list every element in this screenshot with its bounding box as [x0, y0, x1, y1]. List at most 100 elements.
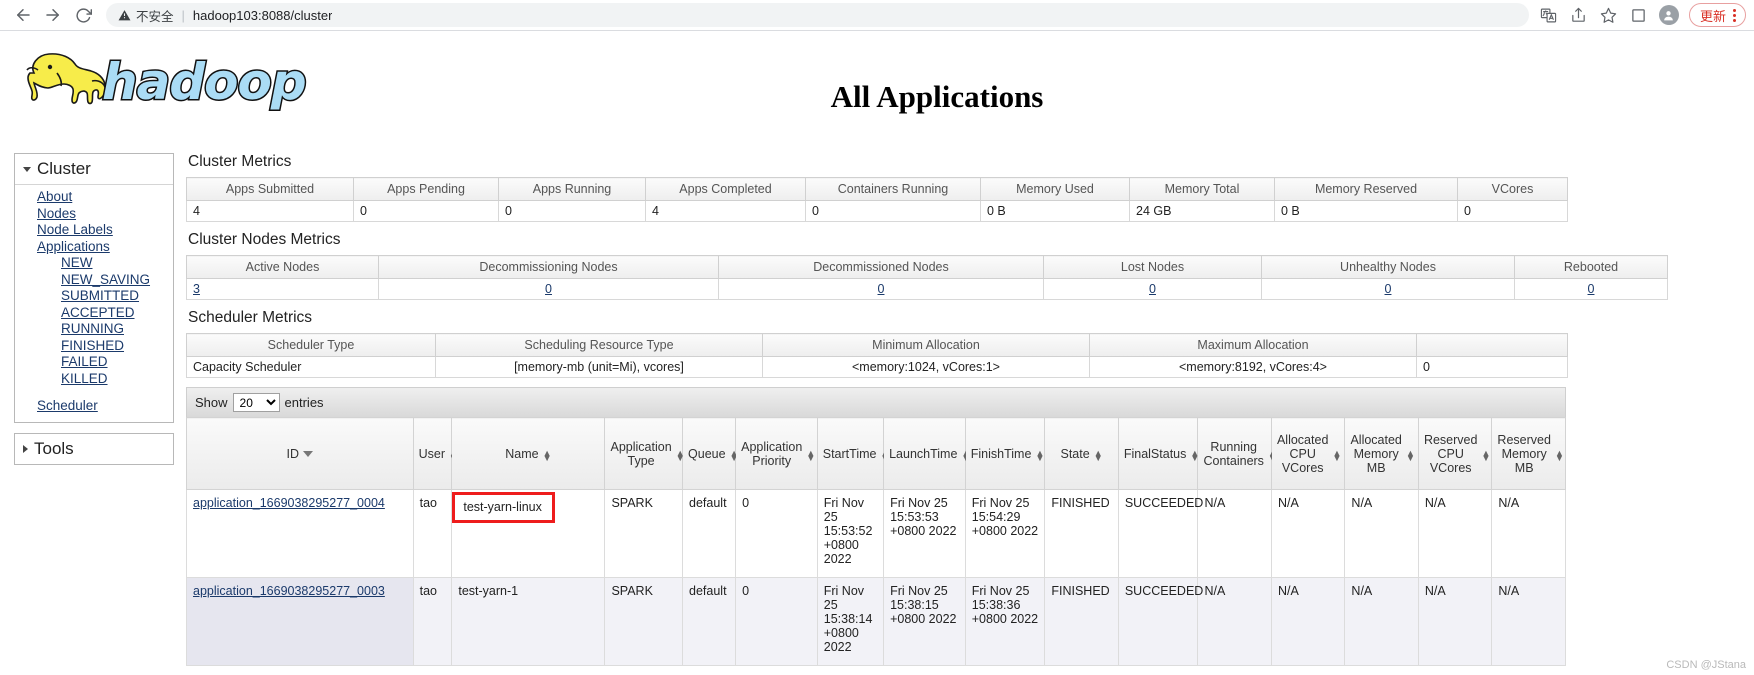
val-decommissioned-nodes[interactable]: 0	[718, 278, 1044, 300]
col-decommissioning-nodes[interactable]: Decommissioning Nodes	[378, 255, 719, 279]
col-name[interactable]: Name ▲ ▼	[451, 417, 606, 490]
sidebar-item-scheduler[interactable]: Scheduler	[15, 398, 173, 415]
cell-app-id[interactable]: application_1669038295277_0004	[186, 489, 414, 578]
table-row[interactable]: application_1669038295277_0003 tao test-…	[186, 577, 1566, 666]
val-unhealthy-nodes[interactable]: 0	[1261, 278, 1515, 300]
cluster-nodes-metrics-title: Cluster Nodes Metrics	[188, 231, 341, 248]
sort-both-icon[interactable]: ▲▼	[1094, 448, 1103, 462]
sort-both-icon[interactable]: ▲▼	[1481, 448, 1490, 462]
col-containers-running[interactable]: Containers Running	[805, 177, 981, 201]
val-scheduler-extra: 0	[1416, 356, 1568, 378]
translate-icon[interactable]	[1535, 1, 1563, 29]
sidebar-tools-header[interactable]: Tools	[15, 433, 173, 464]
val-active-nodes[interactable]: 3	[186, 278, 379, 300]
page-size-select[interactable]: 20 50 100	[232, 393, 280, 412]
reload-icon[interactable]	[68, 0, 98, 30]
col-allocated-memory-mb[interactable]: Allocated Memory MB ▲ ▼	[1344, 417, 1419, 490]
col-active-nodes[interactable]: Active Nodes	[186, 255, 379, 279]
col-rebooted-nodes[interactable]: Rebooted	[1514, 255, 1668, 279]
back-arrow-icon[interactable]	[8, 0, 38, 30]
sidebar-item-running[interactable]: RUNNING	[15, 321, 173, 338]
sort-both-icon[interactable]: ▲▼	[543, 448, 552, 462]
cell-reserved-memory-mb: N/A	[1491, 489, 1566, 578]
col-allocated-cpu-vcores[interactable]: Allocated CPU VCores ▲ ▼	[1270, 417, 1346, 490]
chevron-down-icon[interactable]	[23, 166, 31, 172]
sidebar-item-applications[interactable]: Applications	[15, 239, 173, 256]
col-finalstatus[interactable]: FinalStatus ▲ ▼	[1117, 417, 1199, 490]
main-content: Cluster Metrics Apps Submitted Apps Pend…	[186, 153, 1754, 666]
cell-launchtime: Fri Nov 25 15:53:53 +0800 2022	[883, 489, 966, 578]
col-user[interactable]: User▲▼	[412, 417, 458, 490]
sort-both-icon[interactable]: ▲▼	[806, 448, 815, 462]
table-header-row: Scheduler Type Scheduling Resource Type …	[186, 333, 1568, 357]
kebab-menu-icon[interactable]	[1728, 8, 1741, 22]
sidebar-item-new[interactable]: NEW	[15, 255, 173, 272]
cell-app-id[interactable]: application_1669038295277_0003	[186, 577, 414, 666]
sidebar-item-nodes[interactable]: Nodes	[15, 206, 173, 223]
star-icon[interactable]	[1595, 1, 1623, 29]
app-id-link[interactable]: application_1669038295277_0003	[193, 584, 385, 598]
col-scheduler-type[interactable]: Scheduler Type	[186, 333, 436, 357]
val-lost-nodes[interactable]: 0	[1043, 278, 1262, 300]
col-memory-total[interactable]: Memory Total	[1129, 177, 1275, 201]
chevron-right-icon[interactable]	[23, 444, 28, 453]
val-apps-completed: 4	[645, 200, 806, 222]
app-id-link[interactable]: application_1669038295277_0004	[193, 496, 385, 510]
cluster-metrics-table: Apps Submitted Apps Pending Apps Running…	[186, 177, 1568, 222]
sidebar-cluster-links: About Nodes Node Labels Applications NEW…	[15, 185, 173, 422]
sidebar-item-failed[interactable]: FAILED	[15, 354, 173, 371]
col-apps-pending[interactable]: Apps Pending	[353, 177, 499, 201]
sidebar-cluster-header[interactable]: Cluster	[15, 154, 173, 185]
col-starttime[interactable]: StartTime▲▼	[816, 417, 889, 490]
update-button[interactable]: 更新	[1688, 3, 1746, 27]
sort-both-icon[interactable]: ▲▼	[1332, 448, 1341, 462]
col-scheduling-resource-type[interactable]: Scheduling Resource Type	[435, 333, 763, 357]
col-finishtime[interactable]: FinishTime ▲ ▼	[964, 417, 1046, 490]
sidebar-item-killed[interactable]: KILLED	[15, 371, 173, 388]
sort-desc-icon[interactable]	[303, 450, 314, 457]
table-header-row: Active Nodes Decommissioning Nodes Decom…	[186, 255, 1668, 279]
cell-launchtime: Fri Nov 25 15:38:15 +0800 2022	[883, 577, 966, 666]
col-lost-nodes[interactable]: Lost Nodes	[1043, 255, 1262, 279]
sidebar-item-node-labels[interactable]: Node Labels	[15, 222, 173, 239]
col-reserved-memory-mb[interactable]: Reserved Memory MB ▲ ▼	[1491, 417, 1566, 490]
col-scheduler-extra[interactable]	[1416, 333, 1568, 357]
col-apps-completed[interactable]: Apps Completed	[645, 177, 806, 201]
table-row[interactable]: application_1669038295277_0004 tao test-…	[186, 489, 1566, 578]
sidebar-item-about[interactable]: About	[15, 189, 173, 206]
sidebar-item-submitted[interactable]: SUBMITTED	[15, 288, 173, 305]
forward-arrow-icon[interactable]	[38, 0, 68, 30]
sidebar-item-accepted[interactable]: ACCEPTED	[15, 305, 173, 322]
not-secure-warning-icon[interactable]	[118, 9, 131, 22]
val-rebooted-nodes[interactable]: 0	[1514, 278, 1668, 300]
val-decommissioning-nodes[interactable]: 0	[378, 278, 719, 300]
col-launchtime[interactable]: LaunchTime▲▼	[883, 417, 970, 490]
col-vcores[interactable]: VCores	[1457, 177, 1568, 201]
sidebar-item-new-saving[interactable]: NEW_SAVING	[15, 272, 173, 289]
sidebar-item-finished[interactable]: FINISHED	[15, 338, 173, 355]
side-panel-icon[interactable]	[1625, 1, 1653, 29]
sort-both-icon[interactable]: ▲▼	[1035, 448, 1044, 462]
col-apps-submitted[interactable]: Apps Submitted	[186, 177, 354, 201]
col-application-priority[interactable]: Application Priority ▲ ▼	[735, 417, 818, 490]
col-id[interactable]: ID	[186, 417, 414, 490]
col-maximum-allocation[interactable]: Maximum Allocation	[1089, 333, 1417, 357]
col-reserved-cpu-vcores[interactable]: Reserved CPU VCores ▲ ▼	[1417, 417, 1493, 490]
cell-finishtime: Fri Nov 25 15:54:29 +0800 2022	[964, 489, 1046, 578]
share-icon[interactable]	[1565, 1, 1593, 29]
address-bar[interactable]: 不安全 | hadoop103:8088/cluster	[106, 3, 1529, 27]
sort-both-icon[interactable]: ▲▼	[1555, 448, 1564, 462]
col-memory-used[interactable]: Memory Used	[980, 177, 1130, 201]
col-apps-running[interactable]: Apps Running	[498, 177, 646, 201]
col-queue[interactable]: Queue ▲ ▼	[682, 417, 739, 490]
sidebar-cluster-title: Cluster	[37, 159, 91, 178]
col-minimum-allocation[interactable]: Minimum Allocation	[762, 333, 1090, 357]
col-decommissioned-nodes[interactable]: Decommissioned Nodes	[718, 255, 1044, 279]
col-application-type[interactable]: Application Type ▲ ▼	[604, 417, 685, 490]
col-running-containers[interactable]: Running Containers▲▼	[1197, 417, 1277, 490]
sort-both-icon[interactable]: ▲▼	[1406, 448, 1415, 462]
col-memory-reserved[interactable]: Memory Reserved	[1274, 177, 1458, 201]
col-unhealthy-nodes[interactable]: Unhealthy Nodes	[1261, 255, 1515, 279]
col-state[interactable]: State ▲ ▼	[1044, 417, 1119, 490]
profile-avatar-icon[interactable]	[1655, 1, 1683, 29]
